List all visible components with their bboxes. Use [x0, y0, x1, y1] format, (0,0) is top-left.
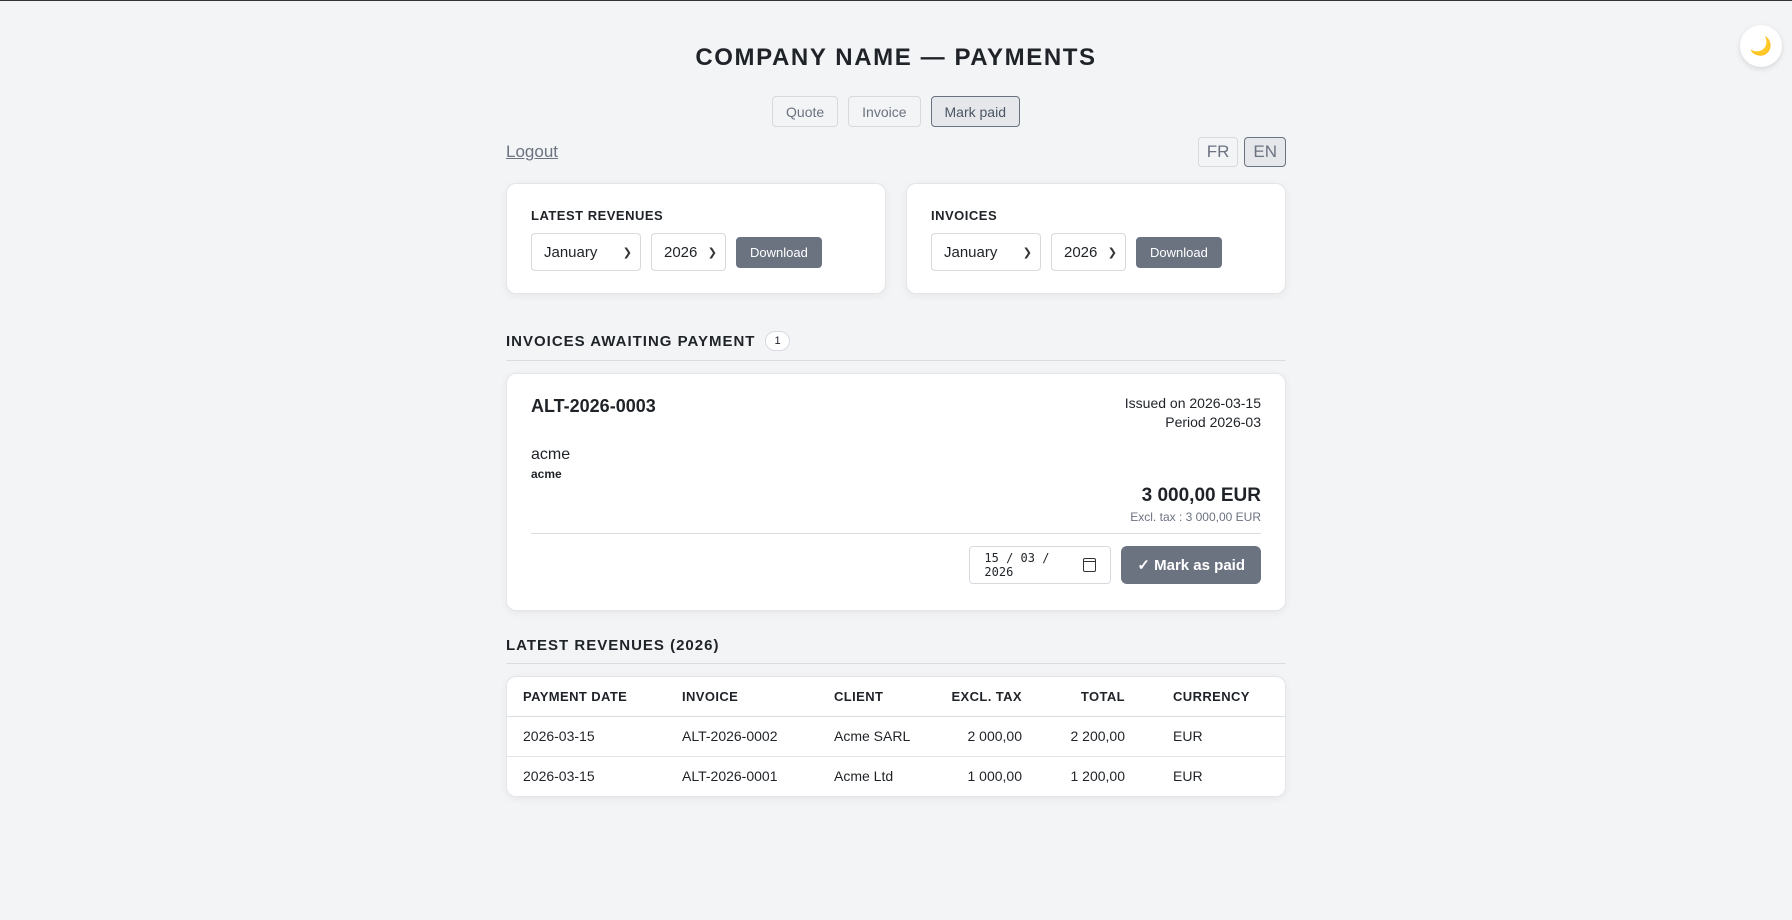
cell-client: Acme Ltd: [834, 768, 894, 785]
col-payment-date: PAYMENT DATE: [507, 677, 666, 717]
top-bar: Logout FR EN: [506, 137, 1286, 167]
revenues-section-header: LATEST REVENUES (2026): [506, 637, 1286, 664]
col-excl-tax: EXCL. TAX: [928, 677, 1038, 717]
cell-invoice: ALT-2026-0002: [666, 716, 818, 757]
section-title: INVOICES AWAITING PAYMENT: [506, 332, 756, 350]
invoice-issued-date: Issued on 2026-03-15: [1124, 395, 1261, 411]
top-nav: Quote Invoice Mark paid: [506, 96, 1286, 127]
lang-fr-button[interactable]: FR: [1197, 137, 1239, 167]
mark-as-paid-button[interactable]: ✓ Mark as paid: [1121, 546, 1261, 584]
table-row: 2026-03-15 ALT-2026-0002 Acme SARL 2 000…: [507, 716, 1285, 757]
chevron-down-icon: ❯: [622, 246, 632, 259]
invoice-number: ALT-2026-0003: [531, 396, 656, 416]
cell-client: Acme SARL: [818, 716, 928, 757]
cell-total: 1 200,00: [1070, 768, 1126, 785]
nav-mark-paid-button[interactable]: Mark paid: [930, 96, 1020, 127]
client-name: acme: [531, 446, 571, 463]
cell-excl-tax: 1 000,00: [967, 768, 1023, 785]
count-badge: 1: [765, 331, 790, 351]
revenues-year-select[interactable]: 2026 ❯: [651, 233, 726, 271]
select-value: January: [944, 243, 998, 261]
date-value: 15 / 03 / 2026: [984, 551, 1050, 579]
revenues-table-card: PAYMENT DATE INVOICE CLIENT EXCL. TAX TO…: [506, 676, 1286, 797]
invoice-card: ALT-2026-0003 Issued on 2026-03-15 Perio…: [506, 373, 1286, 611]
cell-date: 2026-03-15: [523, 768, 595, 785]
card-title: LATEST REVENUES: [531, 208, 664, 223]
cell-date: 2026-03-15: [507, 716, 666, 757]
cell-total: 2 200,00: [1038, 716, 1141, 757]
client-subtitle: acme: [531, 467, 562, 481]
select-value: January: [544, 243, 598, 261]
page-title: COMPANY NAME — PAYMENTS: [695, 44, 1097, 71]
theme-toggle-button[interactable]: 🌙: [1740, 25, 1782, 67]
invoice-amount: 3 000,00 EUR: [1141, 485, 1261, 506]
invoices-year-select[interactable]: 2026 ❯: [1051, 233, 1126, 271]
cell-excl-tax: 2 000,00: [928, 716, 1038, 757]
card-title: INVOICES: [931, 208, 998, 223]
language-switcher: FR EN: [1197, 137, 1286, 167]
latest-revenues-card: LATEST REVENUES January ❯ 2026 ❯ Downloa…: [506, 183, 886, 294]
col-invoice: INVOICE: [666, 677, 818, 717]
awaiting-section-header: INVOICES AWAITING PAYMENT 1: [506, 331, 1286, 361]
chevron-down-icon: ❯: [1022, 246, 1032, 259]
col-total: TOTAL: [1038, 677, 1141, 717]
nav-quote-button[interactable]: Quote: [772, 96, 839, 127]
invoices-month-select[interactable]: January ❯: [931, 233, 1041, 271]
revenues-table: PAYMENT DATE INVOICE CLIENT EXCL. TAX TO…: [507, 677, 1285, 796]
payment-date-input[interactable]: 15 / 03 / 2026: [969, 546, 1112, 584]
select-value: 2026: [664, 243, 698, 261]
invoices-download-button[interactable]: Download: [1136, 236, 1222, 268]
col-currency: CURRENCY: [1141, 677, 1285, 717]
logout-link[interactable]: Logout: [506, 142, 558, 162]
table-row: 2026-03-15 ALT-2026-0001 Acme Ltd 1 000,…: [507, 756, 1285, 796]
chevron-down-icon: ❯: [1107, 246, 1117, 259]
col-client: CLIENT: [818, 677, 928, 717]
revenues-month-select[interactable]: January ❯: [531, 233, 641, 271]
invoice-excl-tax: Excl. tax : 3 000,00 EUR: [1130, 510, 1261, 524]
chevron-down-icon: ❯: [707, 246, 717, 259]
moon-icon: 🌙: [1749, 35, 1773, 56]
lang-en-button[interactable]: EN: [1244, 137, 1286, 167]
divider: [531, 533, 1261, 534]
cell-currency: EUR: [1173, 768, 1203, 785]
select-value: 2026: [1064, 243, 1098, 261]
invoice-period: Period 2026-03: [1165, 414, 1261, 430]
export-cards: LATEST REVENUES January ❯ 2026 ❯ Downloa…: [506, 183, 1286, 294]
main-container: COMPANY NAME — PAYMENTS Quote Invoice Ma…: [506, 44, 1286, 797]
table-header-row: PAYMENT DATE INVOICE CLIENT EXCL. TAX TO…: [507, 677, 1285, 717]
calendar-icon[interactable]: [1082, 558, 1097, 572]
cell-invoice: ALT-2026-0001: [682, 768, 778, 785]
section-title: LATEST REVENUES (2026): [506, 637, 720, 654]
nav-invoice-button[interactable]: Invoice: [848, 96, 921, 127]
cell-currency: EUR: [1141, 716, 1285, 757]
revenues-download-button[interactable]: Download: [736, 236, 822, 268]
invoices-card: INVOICES January ❯ 2026 ❯ Download: [906, 183, 1286, 294]
